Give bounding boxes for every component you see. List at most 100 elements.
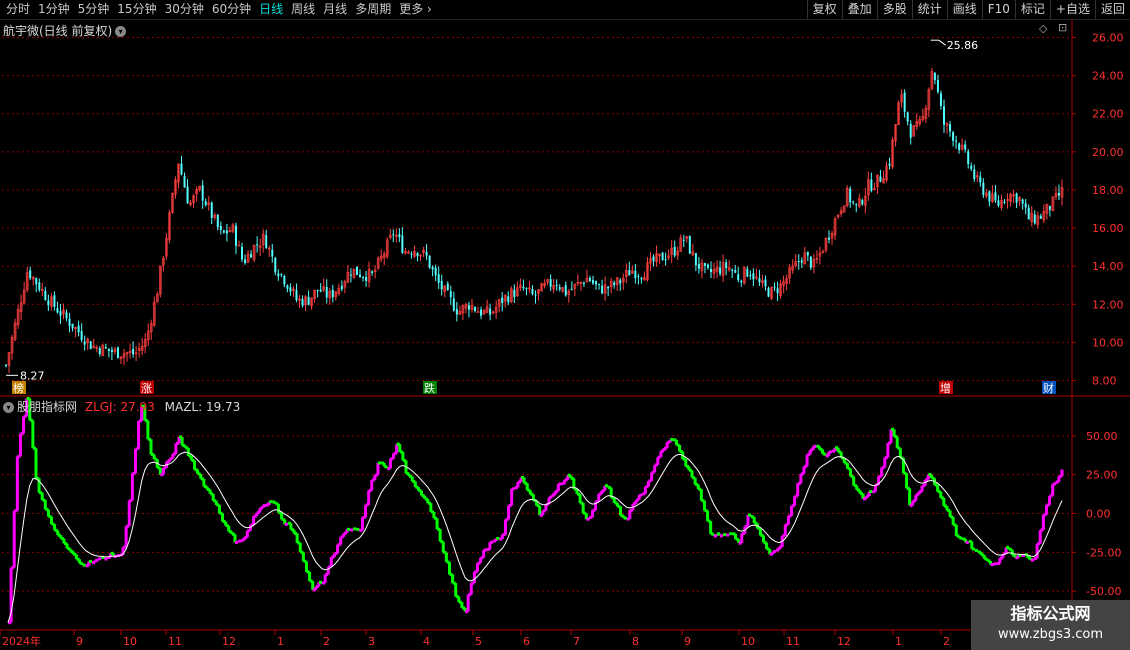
candle-body <box>979 176 982 183</box>
candle-body <box>703 263 706 266</box>
zlgj-value: ZLGJ: 27.93 <box>84 400 155 414</box>
candle-body <box>425 251 428 256</box>
candle-body <box>522 286 525 289</box>
candle-body <box>706 264 709 268</box>
candle-body <box>107 348 110 351</box>
candle-body <box>955 140 958 142</box>
candle-body <box>68 318 71 326</box>
candle-body <box>997 200 1000 206</box>
candle-body <box>682 239 685 241</box>
candle-body <box>861 199 864 205</box>
candle-body <box>265 235 268 249</box>
price-tick-label: 8.00 <box>1092 374 1117 387</box>
candle-body <box>752 273 755 280</box>
candle-body <box>855 203 858 205</box>
candle-body <box>416 252 419 257</box>
indicator-name[interactable]: 股朋指标网 <box>17 400 77 414</box>
mazl-value: MAZL: 19.73 <box>164 400 241 414</box>
candle-body <box>219 225 222 230</box>
chevron-down-icon[interactable]: ▾ <box>115 26 127 37</box>
candle-body <box>619 280 622 284</box>
candle-body <box>1015 193 1018 203</box>
candle-body <box>1039 215 1042 219</box>
candle-body <box>401 235 404 253</box>
expand-icon[interactable]: ⊡ <box>1058 21 1067 34</box>
candle-body <box>216 214 219 228</box>
candle-body <box>201 185 204 201</box>
candle-body <box>44 290 47 300</box>
candle-body <box>80 330 83 340</box>
candle-body <box>939 93 942 106</box>
axes: 26.0024.0022.0020.0018.0016.0014.0012.00… <box>0 20 1130 648</box>
x-tick-label: 12 <box>222 635 236 648</box>
candle-body <box>719 267 722 274</box>
x-tick-label: 1 <box>895 635 902 648</box>
candle-body <box>56 308 59 313</box>
diamond-icon[interactable]: ◇ <box>1039 22 1047 35</box>
price-tick-label: 22.00 <box>1092 108 1124 121</box>
candle-body <box>688 236 691 254</box>
candle-body <box>525 288 528 290</box>
candle-body <box>613 282 616 286</box>
candle-body <box>694 253 697 266</box>
candle-body <box>776 288 779 294</box>
stock-chart-canvas[interactable]: 26.0024.0022.0020.0018.0016.0014.0012.00… <box>0 0 1130 650</box>
candle-body <box>452 298 455 311</box>
candle-body <box>903 92 906 112</box>
candle-body <box>325 287 328 298</box>
mazl-line <box>7 451 1063 623</box>
osc-tick-label: -25.00 <box>1086 546 1121 559</box>
event-marker-label: 增 <box>940 381 951 395</box>
stock-title[interactable]: 航宇微(日线 前复权) <box>3 24 112 38</box>
candle-body <box>455 308 458 315</box>
candle-body <box>340 285 343 290</box>
x-tick-label: 9 <box>684 635 691 648</box>
candle-body <box>183 175 186 188</box>
candle-body <box>250 254 253 258</box>
x-tick-label: 8 <box>632 635 639 648</box>
candle-body <box>132 348 135 355</box>
candle-body <box>555 285 558 287</box>
candle-body <box>110 349 113 353</box>
candle-body <box>437 274 440 283</box>
x-tick-label: 2024年 <box>2 634 41 648</box>
x-tick-label: 3 <box>368 635 375 648</box>
candle-body <box>767 288 770 297</box>
candle-body <box>558 287 561 290</box>
candle-body <box>489 308 492 315</box>
candle-body <box>534 294 537 296</box>
candle-body <box>661 252 664 261</box>
candle-body <box>634 270 637 279</box>
price-tick-label: 14.00 <box>1092 260 1124 273</box>
price-tick-label: 24.00 <box>1092 70 1124 83</box>
candle-body <box>967 151 970 165</box>
candle-body <box>241 246 244 260</box>
x-tick-label: 4 <box>423 635 430 648</box>
candle-body <box>1021 199 1024 204</box>
candle-body <box>434 267 437 276</box>
x-tick-label: 6 <box>523 635 530 648</box>
candle-body <box>210 202 213 218</box>
osc-tick-label: 0.00 <box>1086 508 1111 521</box>
candle-body <box>29 270 32 279</box>
candle-body <box>595 281 598 285</box>
candle-body <box>283 275 286 285</box>
candle-body <box>271 249 274 257</box>
candle-body <box>731 269 734 271</box>
candle-body <box>280 274 283 276</box>
candle-body <box>47 300 50 306</box>
candle-body <box>286 285 289 289</box>
candle-body <box>607 286 610 289</box>
candle-body <box>83 341 86 345</box>
candle-body <box>116 347 119 358</box>
candle-body <box>316 289 319 291</box>
candle-body <box>319 289 322 292</box>
candle-body <box>59 311 62 316</box>
candle-body <box>806 251 809 256</box>
chevron-down-icon[interactable]: ▾ <box>3 402 14 413</box>
price-tick-label: 10.00 <box>1092 336 1124 349</box>
candle-body <box>359 274 362 277</box>
candle-body <box>222 230 225 233</box>
candle-body <box>1027 207 1030 220</box>
candle-body <box>988 191 991 202</box>
